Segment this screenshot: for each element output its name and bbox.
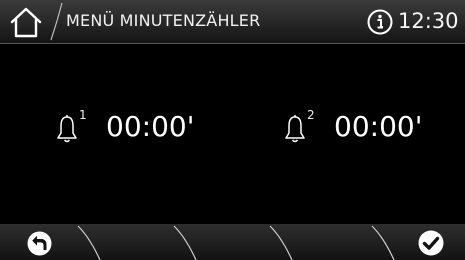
bell-icon: [57, 115, 77, 143]
timer-index: 1: [79, 108, 87, 122]
clock: 12:30: [398, 9, 459, 33]
back-arrow-icon: [27, 231, 52, 256]
confirm-button[interactable]: [418, 230, 444, 256]
info-icon: [367, 9, 393, 35]
checkmark-icon: [418, 230, 444, 256]
footer-slot-2[interactable]: [196, 224, 276, 260]
page-title: MENÜ MINUTENZÄHLER: [66, 11, 261, 30]
bell-icon: [285, 115, 305, 143]
header-bar: MENÜ MINUTENZÄHLER 12:30: [0, 0, 465, 44]
footer-slot-3[interactable]: [292, 224, 376, 260]
timer-index: 2: [307, 108, 315, 122]
timer-value: 00:00': [334, 110, 423, 143]
home-button[interactable]: [8, 4, 44, 40]
info-button[interactable]: [366, 8, 394, 36]
header-divider: [50, 2, 63, 41]
back-button[interactable]: [27, 231, 52, 256]
home-icon: [10, 7, 42, 38]
footer-slot-1[interactable]: [100, 224, 180, 260]
timer-value: 00:00': [106, 110, 195, 143]
